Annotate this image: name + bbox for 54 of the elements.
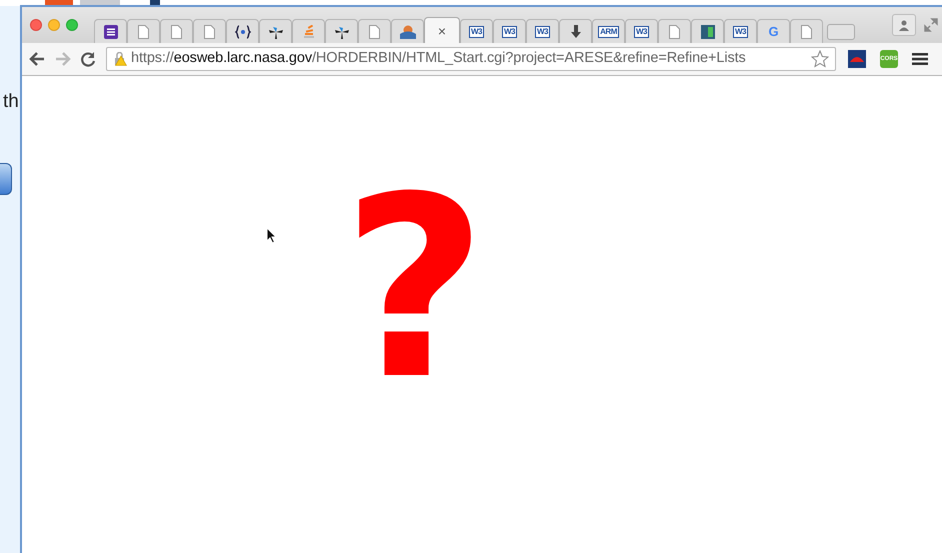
- logo-icon: W3: [469, 26, 484, 38]
- close-icon[interactable]: ×: [438, 24, 446, 38]
- address-bar[interactable]: https://eosweb.larc.nasa.gov/HORDERBIN/HTML_Start.cgi?project=ARESE&refine=Refine+Lists: [106, 47, 836, 71]
- fullscreen-icon[interactable]: [924, 18, 938, 32]
- browser-tab[interactable]: W3: [724, 19, 757, 43]
- pinwheel-icon: [334, 24, 350, 38]
- browser-tab[interactable]: [559, 19, 592, 43]
- browser-tab[interactable]: ARM: [592, 19, 625, 43]
- page-icon: [138, 24, 149, 38]
- down-arrow-icon: [570, 24, 582, 38]
- browser-tab[interactable]: W3: [460, 19, 493, 43]
- extension-icon[interactable]: [848, 50, 866, 68]
- new-tab-button[interactable]: [827, 24, 855, 40]
- logo-icon: W3: [535, 26, 550, 38]
- page-icon: [369, 24, 380, 38]
- logo-icon: W3: [733, 26, 748, 38]
- page-icon: [669, 24, 680, 38]
- browser-tab[interactable]: [259, 19, 292, 43]
- browser-tab[interactable]: [226, 19, 259, 43]
- browser-tab[interactable]: [691, 19, 724, 43]
- logo-icon: W3: [634, 26, 649, 38]
- page-text: th: [3, 90, 19, 114]
- page-icon: [171, 24, 182, 38]
- google-icon: G: [768, 25, 779, 38]
- maximize-window-icon[interactable]: [66, 19, 78, 31]
- close-window-icon[interactable]: [30, 19, 42, 31]
- tile-icon: [700, 24, 714, 38]
- page-icon: [801, 24, 812, 38]
- logo-icon: ARM: [598, 26, 619, 38]
- profile-button[interactable]: [892, 14, 916, 36]
- logo-icon: W3: [502, 26, 517, 38]
- person-icon: [898, 19, 910, 31]
- browser-tab[interactable]: W3: [625, 19, 658, 43]
- minimize-window-icon[interactable]: [48, 19, 60, 31]
- question-mark: ?: [342, 164, 488, 414]
- star-icon[interactable]: [811, 50, 829, 68]
- picture-icon: [400, 24, 416, 38]
- forward-arrow-icon[interactable]: [54, 51, 72, 67]
- list-icon: [104, 24, 118, 38]
- browser-tab[interactable]: [94, 19, 127, 43]
- browser-tab[interactable]: W3: [526, 19, 559, 43]
- browser-tab[interactable]: W3: [493, 19, 526, 43]
- browser-tab[interactable]: [325, 19, 358, 43]
- page-icon: [204, 24, 215, 38]
- stack-icon: [302, 24, 314, 38]
- reload-icon[interactable]: [80, 51, 96, 67]
- mouse-pointer-icon: [266, 227, 277, 244]
- menu-icon[interactable]: [912, 52, 928, 66]
- pinwheel-icon: [268, 24, 284, 38]
- back-arrow-icon[interactable]: [28, 51, 46, 67]
- braces-icon: [234, 24, 250, 38]
- warning-lock-icon: [113, 52, 127, 66]
- url-text: https://eosweb.larc.nasa.gov/HORDERBIN/HTML_Start.cgi?project=ARESE&refine=Refine+Lists: [131, 49, 746, 68]
- browser-tab[interactable]: ×: [424, 17, 460, 43]
